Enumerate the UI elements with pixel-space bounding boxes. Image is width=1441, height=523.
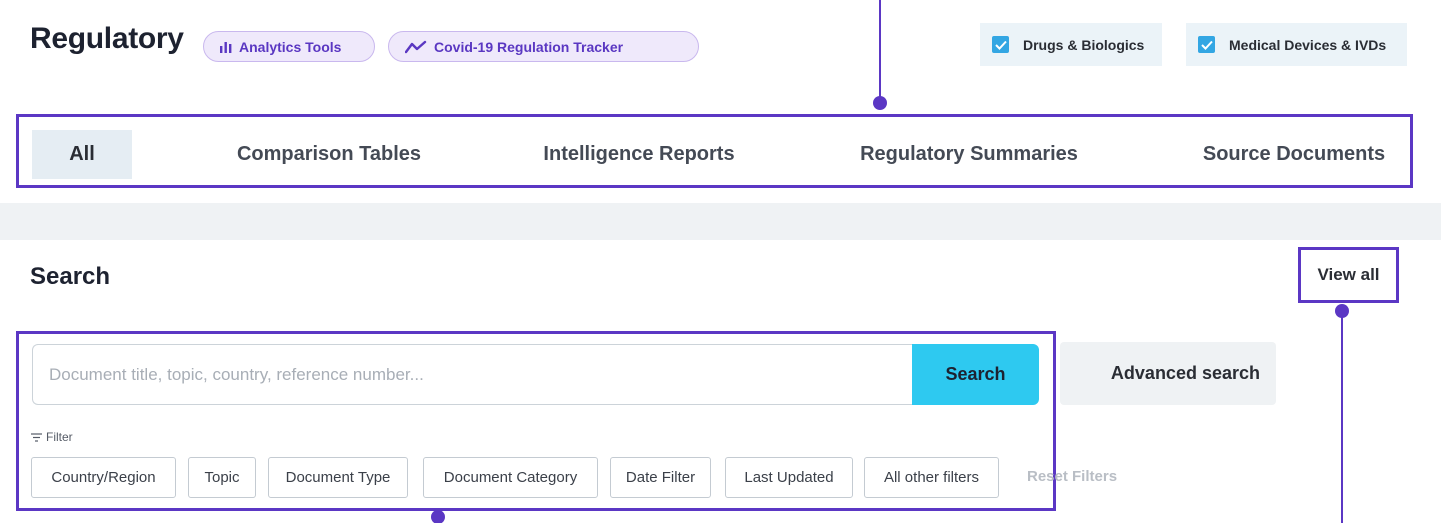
reset-filters-link[interactable]: Reset Filters (1027, 468, 1117, 485)
tab-comparison-tables[interactable]: Comparison Tables (214, 130, 444, 179)
checkmark-icon (1198, 36, 1215, 53)
bar-chart-icon (220, 41, 232, 53)
covid-tracker-label: Covid-19 Regulation Tracker (434, 38, 624, 55)
tab-regulatory-summaries[interactable]: Regulatory Summaries (839, 130, 1099, 179)
search-input[interactable] (32, 344, 915, 405)
filter-document-category[interactable]: Document Category (423, 457, 598, 498)
tab-bar: All Comparison Tables Intelligence Repor… (16, 114, 1413, 188)
search-section-title: Search (30, 263, 111, 290)
tab-all[interactable]: All (32, 130, 132, 179)
filter-last-updated[interactable]: Last Updated (725, 457, 853, 498)
callout-line (1341, 311, 1343, 523)
callout-line (879, 0, 881, 103)
page-title: Regulatory (30, 22, 184, 55)
callout-dot (1335, 304, 1349, 318)
section-divider (0, 203, 1441, 240)
filter-label: Filter (31, 430, 73, 444)
filter-topic[interactable]: Topic (188, 457, 256, 498)
covid-tracker-button[interactable]: Covid-19 Regulation Tracker (388, 31, 699, 62)
tab-intelligence-reports[interactable]: Intelligence Reports (524, 130, 754, 179)
filter-date[interactable]: Date Filter (610, 457, 711, 498)
filter-country-region[interactable]: Country/Region (31, 457, 176, 498)
callout-dot (873, 96, 887, 110)
header-area: Regulatory Analytics Tools Covid-19 Regu… (0, 0, 1441, 203)
filter-label-text: Filter (46, 430, 73, 444)
trend-line-icon (405, 40, 427, 54)
search-panel: Search Filter Country/Region Topic Docum… (16, 331, 1056, 511)
view-all-link[interactable]: View all (1298, 247, 1399, 303)
medical-devices-checkbox[interactable]: Medical Devices & IVDs (1186, 23, 1407, 66)
tab-source-documents[interactable]: Source Documents (1179, 130, 1409, 179)
drugs-biologics-checkbox[interactable]: Drugs & Biologics (980, 23, 1162, 66)
analytics-tools-label: Analytics Tools (239, 38, 342, 55)
search-button[interactable]: Search (912, 344, 1039, 405)
filter-document-type[interactable]: Document Type (268, 457, 408, 498)
callout-dot (431, 510, 445, 523)
checkmark-icon (992, 36, 1009, 53)
filter-all-other[interactable]: All other filters (864, 457, 999, 498)
drugs-biologics-label: Drugs & Biologics (1023, 36, 1145, 53)
filter-lines-icon (31, 432, 42, 442)
advanced-search-button[interactable]: Advanced search (1060, 342, 1276, 405)
analytics-tools-button[interactable]: Analytics Tools (203, 31, 375, 62)
medical-devices-label: Medical Devices & IVDs (1229, 36, 1387, 53)
